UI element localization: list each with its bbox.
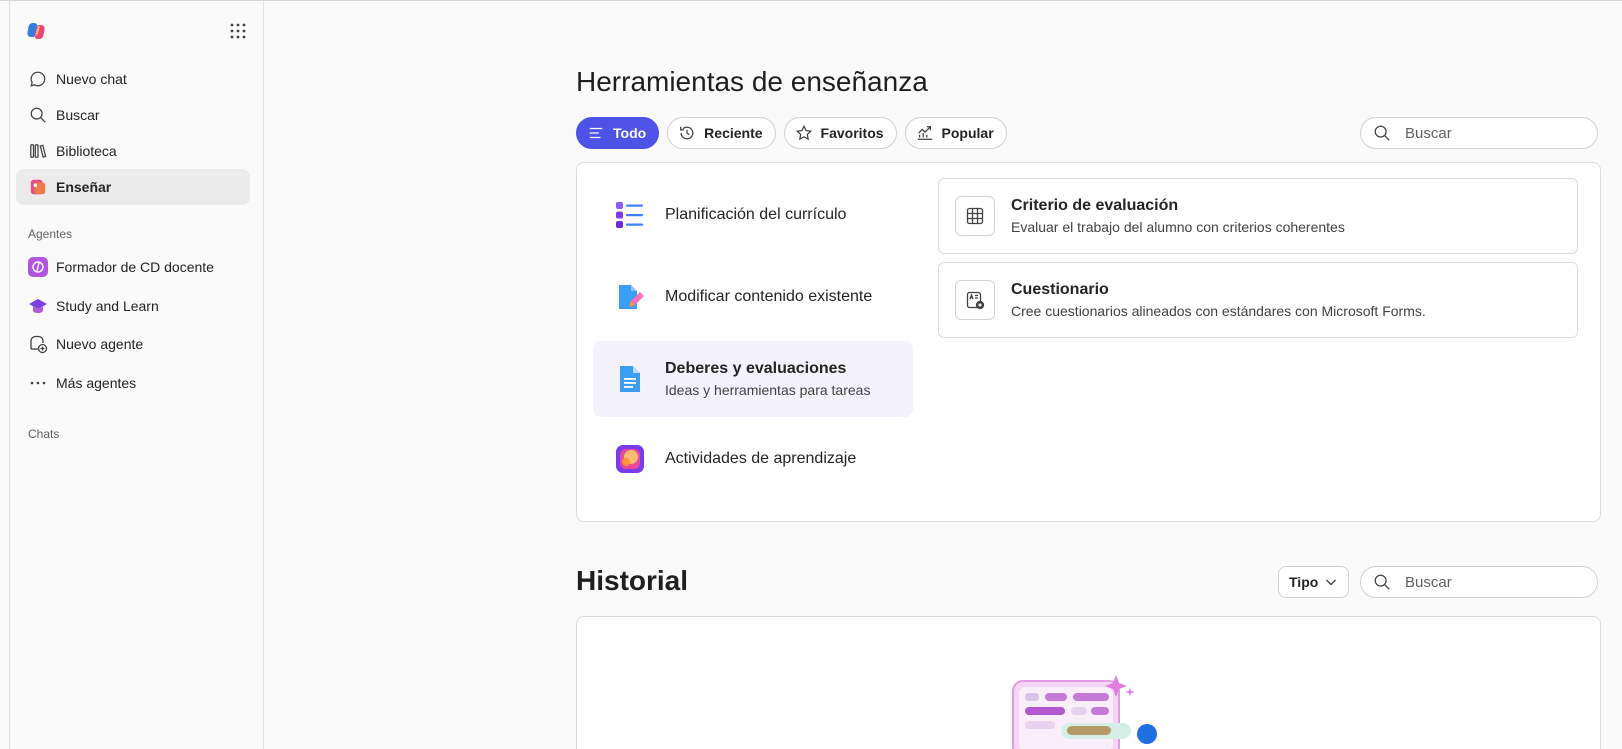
type-filter-dropdown[interactable]: Tipo [1278, 566, 1350, 598]
agent-item-study-learn[interactable]: Study and Learn [16, 287, 250, 326]
agent-item-label: Nuevo agente [56, 336, 144, 353]
category-title: Deberes y evaluaciones [665, 360, 847, 377]
tool-title: Criterio de evaluación [1011, 197, 1179, 214]
sidebar-item-search[interactable]: Buscar [16, 97, 250, 133]
teach-icon [28, 177, 48, 197]
search-icon [1373, 573, 1391, 591]
sidebar: Nuevo chat Buscar Biblioteca Enseñar Age… [10, 1, 264, 749]
history-icon [678, 124, 696, 142]
trainer-agent-icon [28, 257, 48, 278]
edit-document-icon [615, 282, 645, 312]
quiz-icon [955, 280, 995, 320]
sidebar-nav: Nuevo chat Buscar Biblioteca Enseñar [16, 61, 250, 205]
category-title: Actividades de aprendizaje [665, 450, 857, 467]
brand-row [26, 21, 248, 41]
tools-search-input[interactable] [1405, 124, 1585, 142]
sidebar-item-label: Nuevo chat [56, 71, 127, 87]
agent-item-new-agent[interactable]: Nuevo agente [16, 325, 250, 364]
tools-search[interactable] [1360, 117, 1598, 149]
page-title: Herramientas de enseñanza [576, 66, 928, 97]
assignment-document-icon [615, 364, 645, 394]
tool-description: Cree cuestionarios alineados con estánda… [1011, 303, 1426, 319]
category-learning-activities[interactable]: Actividades de aprendizaje [593, 421, 913, 497]
empty-history-illustration [1012, 675, 1157, 749]
sidebar-item-label: Biblioteca [56, 143, 117, 159]
library-icon [28, 141, 48, 161]
rubric-table-icon [955, 196, 995, 236]
main-content: Herramientas de enseñanza Todo Reciente … [576, 0, 1601, 749]
tool-title: Cuestionario [1011, 281, 1109, 298]
category-description: Ideas y herramientas para tareas [665, 382, 871, 398]
more-icon [28, 373, 48, 393]
list-icon [587, 124, 605, 142]
sidebar-item-new-chat[interactable]: Nuevo chat [16, 61, 250, 97]
history-search-input[interactable] [1405, 573, 1585, 591]
chevron-down-icon [1324, 575, 1338, 589]
history-panel [576, 616, 1601, 749]
category-curriculum-planning[interactable]: Planificación del currículo [593, 177, 913, 253]
sidebar-item-label: Buscar [56, 107, 100, 123]
tool-card-rubric[interactable]: Criterio de evaluación Evaluar el trabaj… [938, 178, 1578, 254]
sidebar-item-teach[interactable]: Enseñar [16, 169, 250, 205]
filter-chip-recent[interactable]: Reciente [667, 117, 776, 149]
curriculum-list-icon [615, 200, 645, 230]
agent-item-label: Study and Learn [56, 297, 159, 314]
tool-card-quiz[interactable]: Cuestionario Cree cuestionarios alineado… [938, 262, 1578, 338]
sidebar-item-label: Enseñar [56, 179, 112, 195]
filter-chip-label: Favoritos [820, 125, 884, 141]
app-launcher-icon[interactable] [228, 21, 248, 41]
chat-icon [28, 69, 48, 89]
agent-item-label: Formador de CD docente [56, 259, 214, 276]
search-icon [1373, 124, 1391, 142]
category-modify-content[interactable]: Modificar contenido existente [593, 259, 913, 335]
filter-chip-label: Todo [613, 125, 647, 141]
search-icon [28, 105, 48, 125]
copilot-logo-icon[interactable] [26, 21, 46, 41]
filter-chip-label: Popular [941, 125, 994, 141]
category-title: Modificar contenido existente [665, 288, 873, 305]
new-agent-icon [28, 334, 48, 354]
agents-section-label: Agentes [28, 227, 73, 241]
star-icon [795, 124, 813, 142]
tools-panel: Planificación del currículo Modificar co… [576, 162, 1601, 522]
category-assignments[interactable]: Deberes y evaluaciones Ideas y herramien… [593, 341, 913, 417]
type-filter-label: Tipo [1289, 574, 1319, 590]
history-search[interactable] [1360, 566, 1598, 598]
agent-item-trainer[interactable]: Formador de CD docente [16, 248, 250, 287]
agents-list: Formador de CD docente Study and Learn N… [16, 248, 250, 402]
category-title: Planificación del currículo [665, 206, 847, 223]
filter-chip-popular[interactable]: Popular [904, 117, 1007, 149]
chats-section-label: Chats [28, 427, 60, 441]
filter-chip-all[interactable]: Todo [576, 117, 660, 149]
graduation-cap-icon [28, 296, 48, 316]
history-title: Historial [576, 565, 689, 596]
tool-description: Evaluar el trabajo del alumno con criter… [1011, 219, 1345, 235]
filter-chip-label: Reciente [704, 125, 763, 141]
agent-item-more-agents[interactable]: Más agentes [16, 364, 250, 403]
filter-chip-favorites[interactable]: Favoritos [783, 117, 897, 149]
trending-icon [916, 124, 934, 142]
learning-activities-icon [615, 444, 645, 474]
filter-chips: Todo Reciente Favoritos Popular [576, 117, 1007, 149]
sidebar-item-library[interactable]: Biblioteca [16, 133, 250, 169]
agent-item-label: Más agentes [56, 374, 137, 391]
